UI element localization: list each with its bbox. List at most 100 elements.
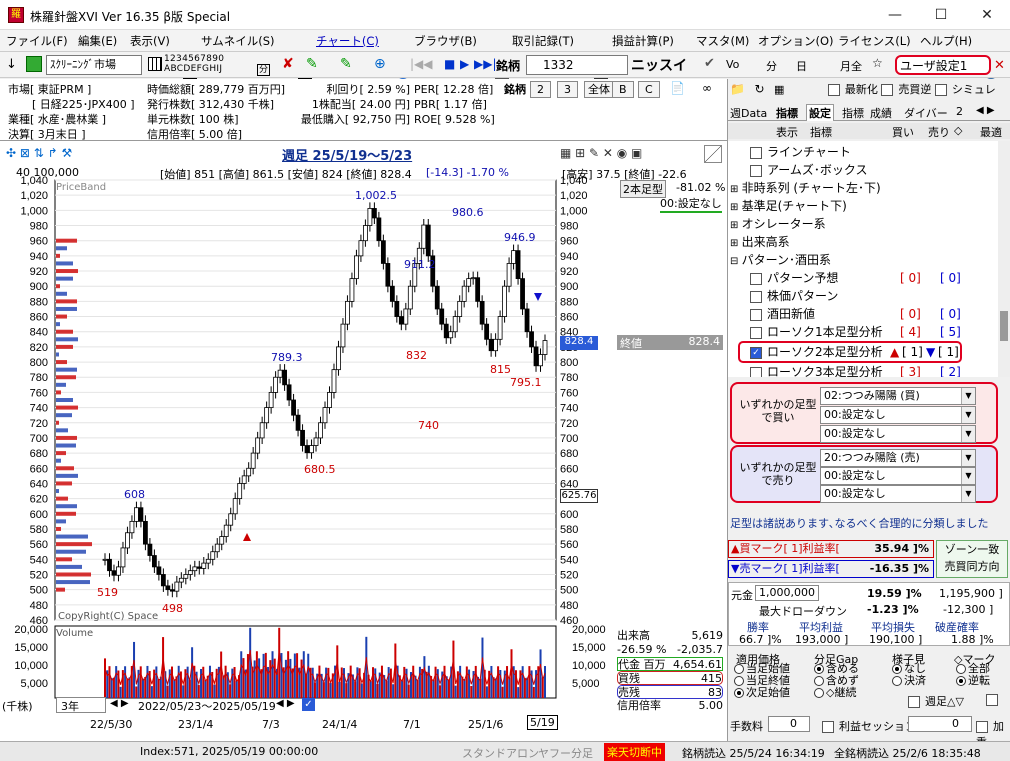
confirm-checkbox[interactable]: ✓ — [302, 698, 315, 711]
day-toggle[interactable]: 日 — [796, 58, 807, 74]
dropdown-icon[interactable]: ▼ — [961, 407, 975, 423]
fee-input[interactable]: 0 — [768, 716, 810, 732]
compass-icon[interactable]: ⊕ — [374, 56, 386, 72]
chk-candle1[interactable] — [750, 326, 762, 339]
dropdown-icon[interactable]: ▼ — [961, 486, 975, 502]
info-tab-c[interactable]: C — [638, 81, 660, 98]
tab-indicator-2[interactable]: 指標 — [842, 105, 864, 121]
chart-right-icons[interactable]: ▦ ⊞ ✎ ✕ ◉ ▣ — [560, 146, 642, 160]
radio-reverse[interactable] — [956, 676, 966, 686]
menu-options[interactable]: オプション(O) — [758, 33, 834, 49]
tree-item-nonts[interactable]: ⊞ 非時系列 (チャート左･下) — [730, 179, 881, 197]
maximize-button[interactable]: ☐ — [918, 0, 964, 30]
wrench-icon[interactable]: ✔ — [704, 56, 715, 71]
minimize-button[interactable]: — — [872, 0, 918, 30]
tab-weekly-data[interactable]: 週Data — [730, 105, 767, 121]
chk-line-chart[interactable] — [750, 146, 762, 159]
menu-browser[interactable]: ブラウザ(B) — [414, 33, 477, 49]
menu-chart[interactable]: チャート(C) — [316, 33, 379, 49]
menu-profit-calc[interactable]: 損益計算(P) — [612, 33, 674, 49]
collapse-tree-icon[interactable]: ⊟ — [730, 256, 742, 267]
tree-item-arms[interactable]: アームズ･ボックス — [750, 161, 868, 179]
tree-scrollbar[interactable] — [998, 141, 1010, 377]
doc-icon[interactable]: 📄 — [670, 81, 685, 96]
tab-setting[interactable]: 設定 — [806, 104, 834, 121]
tab-results[interactable]: 成績 — [870, 105, 892, 121]
info-tab-b[interactable]: B — [612, 81, 634, 98]
dropdown-icon[interactable]: ▼ — [961, 426, 975, 442]
tab-diver[interactable]: ダイバー — [904, 105, 948, 121]
bun-toggle[interactable]: 分 — [766, 58, 777, 74]
chk-candle2[interactable]: ✓ — [750, 346, 762, 359]
menu-help[interactable]: ヘルプ(H) — [920, 33, 972, 49]
digit-shortcuts[interactable]: 1234567890 — [164, 54, 224, 64]
volume-toggle[interactable]: Vo — [726, 58, 739, 71]
chart-area[interactable]: 1,040 1,040 1,020 1,020 1,000 1,000 980 980 960 9… — [0, 141, 727, 741]
chk-weight[interactable] — [976, 721, 988, 733]
scroll-left-icon[interactable]: ◀ ▶ — [110, 698, 129, 709]
radio-continue[interactable] — [814, 688, 824, 698]
menu-view[interactable]: 表示(V) — [130, 33, 170, 49]
stock-code-input[interactable]: 1332 — [526, 55, 628, 75]
user-setting-select[interactable]: ユーザ設定1 — [895, 55, 991, 75]
menu-thumbnail[interactable]: サムネイル(S) — [201, 33, 275, 49]
chk-sakata[interactable] — [750, 308, 762, 321]
buy-pattern-select-1[interactable]: 02:つつみ陽陽 (買) ▼ — [820, 387, 976, 405]
sort-icon[interactable]: ▦ — [774, 83, 784, 96]
menu-trade-log[interactable]: 取引記録(T) — [512, 33, 574, 49]
sell-pattern-select-3[interactable]: 00:設定なし ▼ — [820, 485, 976, 503]
bun-shortcut[interactable]: 分 — [257, 64, 271, 76]
arrow-icon[interactable]: ↓ — [6, 57, 17, 72]
dropdown-icon[interactable]: ▼ — [961, 468, 975, 484]
chart-tool-icon-3[interactable]: ✎ — [340, 56, 352, 72]
radio-include[interactable] — [814, 664, 824, 674]
chk-candle3[interactable] — [750, 366, 762, 377]
tree-item-candle2[interactable]: ✓ ローソク2本足型分析 ▲[ 1] ▼[ 1] — [738, 341, 962, 363]
tree-item-pattern-predict[interactable]: パターン予想 [ 0] [ 0] — [750, 269, 996, 287]
period-select[interactable]: 3年 — [56, 697, 106, 713]
dropdown-icon[interactable]: ▼ — [961, 450, 975, 466]
info-tab-all[interactable]: 全体 — [584, 81, 614, 98]
grid-icon[interactable] — [148, 57, 162, 71]
radio-next-open[interactable] — [734, 688, 744, 698]
first-icon[interactable]: |◀◀ — [410, 57, 433, 71]
chk-arms[interactable] — [750, 164, 762, 177]
tree-item-price-pattern[interactable]: 株価パターン — [750, 287, 838, 305]
letter-shortcuts[interactable]: ABCDEFGHIJ — [164, 64, 222, 74]
radio-none[interactable] — [892, 664, 902, 674]
stop-icon[interactable]: ■ — [444, 57, 455, 71]
menu-edit[interactable]: 編集(E) — [78, 33, 117, 49]
refresh-icon[interactable]: ↻ — [754, 82, 764, 96]
radio-settle[interactable] — [892, 676, 902, 686]
chk-price-pattern[interactable] — [750, 290, 762, 303]
chart-tools-icons[interactable]: ✣ ⊠ ⇅ ↱ ⚒ — [6, 146, 72, 160]
star-icon[interactable]: ☆ — [872, 56, 883, 70]
tree-item-candle3[interactable]: ローソク3本足型分析 [ 3] [ 2] — [750, 363, 996, 377]
menu-license[interactable]: ライセンス(L) — [838, 33, 911, 49]
tree-item-line-chart[interactable]: ラインチャート — [750, 143, 851, 161]
binocular-icon[interactable]: ∞ — [702, 81, 712, 96]
session-input[interactable]: 0 — [908, 716, 972, 732]
buy-pattern-select-2[interactable]: 00:設定なし ▼ — [820, 406, 976, 424]
close-button[interactable]: ✕ — [964, 0, 1010, 30]
chart-tool-icon-2[interactable]: ✎ — [306, 56, 318, 72]
tab-more[interactable]: 2 — [956, 105, 963, 118]
chk-weekly-extra[interactable] — [986, 694, 998, 706]
tree-item-base[interactable]: ⊞ 基準足(チャート下) — [730, 197, 847, 215]
radio-close[interactable] — [734, 676, 744, 686]
chk-pattern-predict[interactable] — [750, 272, 762, 285]
zone-match-box[interactable]: ゾーン一致 売買同方向 — [936, 540, 1008, 578]
chk-weekly[interactable] — [908, 696, 920, 708]
tree-item-volume[interactable]: ⊞ 出来高系 — [730, 233, 790, 251]
scroll-right-icon[interactable]: ◀ ▶ — [276, 698, 295, 709]
tab-scroll-icon[interactable]: ◀ ▶ — [976, 105, 995, 116]
add-icon[interactable] — [26, 56, 42, 72]
menu-file[interactable]: ファイル(F) — [6, 33, 68, 49]
chart-tool-icon-1[interactable]: ✘ — [282, 56, 294, 72]
screening-market-select[interactable]: ｽｸﾘｰﾆﾝｸﾞ市場 — [46, 55, 142, 75]
collapse-icon[interactable] — [704, 145, 722, 163]
play-icon[interactable]: ▶ — [460, 57, 469, 71]
folder-icon[interactable]: 📁 — [730, 82, 745, 96]
month-toggle[interactable]: 月全 — [840, 58, 862, 74]
sell-pattern-select-2[interactable]: 00:設定なし ▼ — [820, 467, 976, 485]
